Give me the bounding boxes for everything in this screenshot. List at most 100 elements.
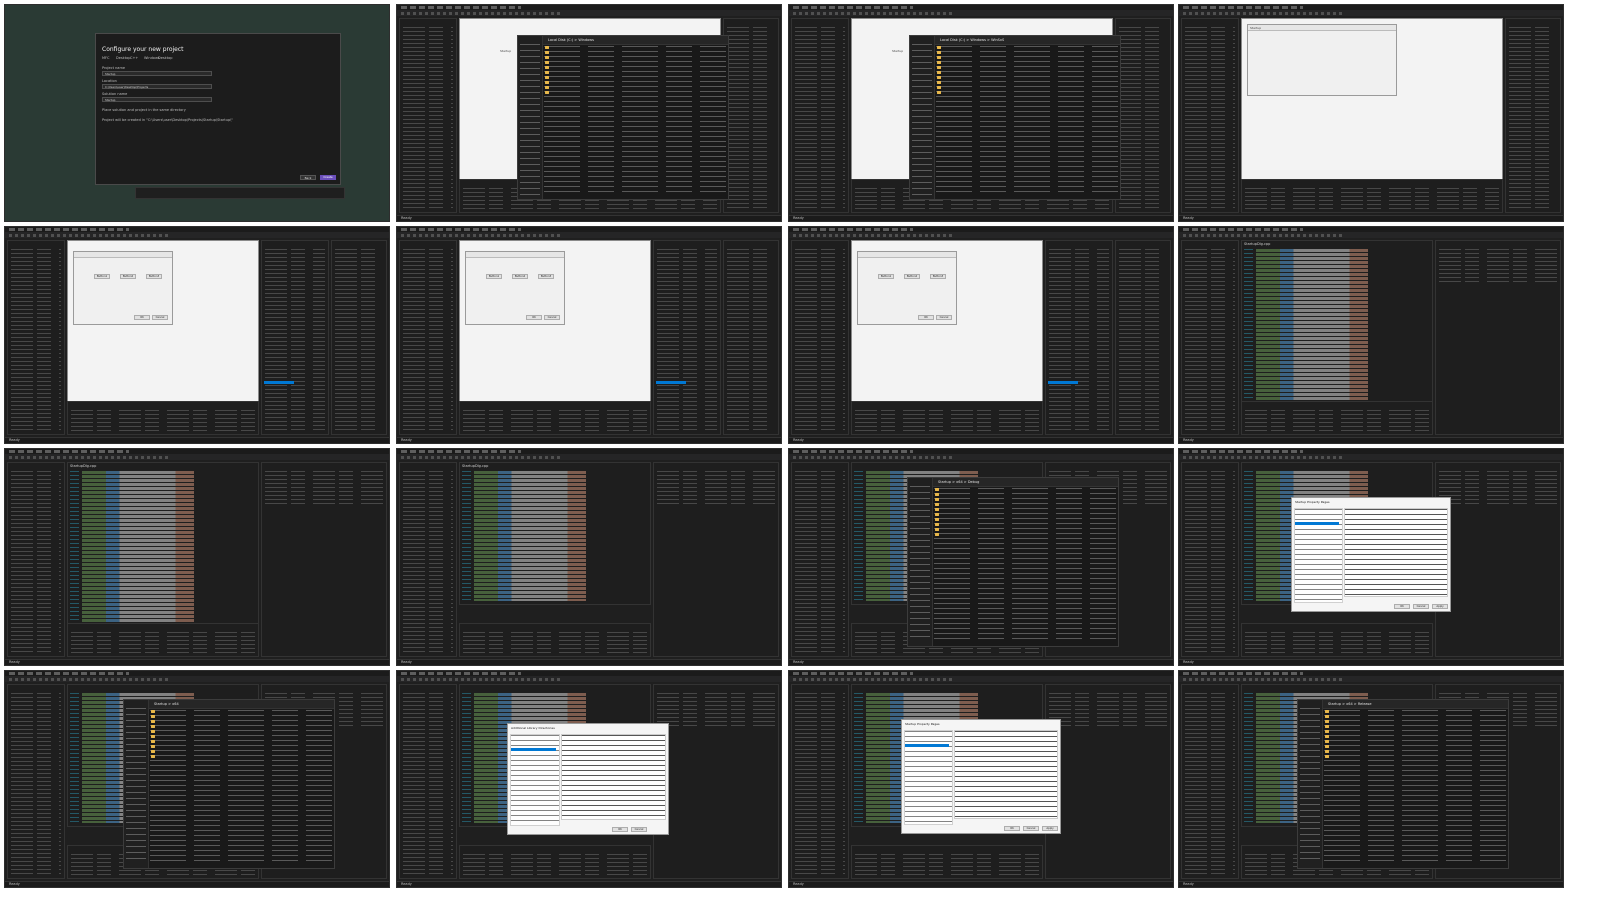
menu-items[interactable]	[1183, 228, 1303, 231]
menu-items[interactable]	[9, 450, 129, 453]
solution-tree[interactable]	[1185, 249, 1235, 431]
property-list[interactable]	[1049, 249, 1109, 431]
property-grid[interactable]	[560, 734, 666, 820]
solution-tree[interactable]	[403, 693, 453, 875]
cancel-button[interactable]: Cancel	[544, 315, 560, 320]
ok-button[interactable]: OK	[1394, 604, 1410, 609]
solution-tree[interactable]	[1185, 693, 1235, 875]
cancel-button[interactable]: Cancel	[152, 315, 168, 320]
ok-button[interactable]: OK	[134, 315, 150, 320]
toolbar-buttons[interactable]	[9, 455, 169, 459]
toolbox-items[interactable]	[727, 27, 775, 209]
apply-button[interactable]: Apply	[1432, 604, 1448, 609]
cancel-button[interactable]: Cancel	[1413, 604, 1429, 609]
toolbar-buttons[interactable]	[401, 233, 561, 237]
editor-tab[interactable]: StartupDlg.cpp	[1244, 242, 1270, 246]
toolbar-buttons[interactable]	[9, 677, 169, 681]
explorer-path[interactable]: Local Disk (C:) > Windows	[548, 38, 594, 42]
menu-items[interactable]	[9, 228, 129, 231]
same-directory-checkbox[interactable]: Place solution and project in the same d…	[102, 108, 186, 112]
solution-tree[interactable]	[403, 249, 453, 431]
toolbox-items[interactable]	[335, 249, 383, 431]
menu-items[interactable]	[793, 672, 913, 675]
menu-items[interactable]	[793, 6, 913, 9]
code-text[interactable]	[82, 471, 252, 623]
apply-button[interactable]: Apply	[1042, 826, 1058, 831]
selected-property[interactable]	[1048, 381, 1078, 384]
field-input[interactable]: Startup	[102, 71, 212, 76]
explorer-nav-items[interactable]	[520, 44, 540, 195]
cancel-button[interactable]: Cancel	[1023, 826, 1039, 831]
toolbar-buttons[interactable]	[793, 677, 953, 681]
solution-tree[interactable]	[403, 27, 453, 209]
ok-button[interactable]: OK	[918, 315, 934, 320]
solution-tree[interactable]	[11, 249, 61, 431]
explorer-address-bar[interactable]: Startup > x64 > Debug	[908, 478, 1118, 487]
explorer-nav-items[interactable]	[910, 486, 930, 642]
toolbox-items[interactable]	[1119, 249, 1167, 431]
explorer-file-list[interactable]	[1324, 710, 1506, 862]
solution-tree[interactable]	[403, 471, 453, 653]
menu-items[interactable]	[1183, 672, 1303, 675]
explorer-address-bar[interactable]: Local Disk (C:) > Windows > WinSxS	[910, 36, 1120, 45]
toolbar-buttons[interactable]	[1183, 455, 1343, 459]
create-button[interactable]: Create	[320, 175, 336, 180]
dialog-button[interactable]: Button2	[120, 274, 136, 279]
menu-items[interactable]	[793, 450, 913, 453]
toolbar-buttons[interactable]	[793, 455, 953, 459]
toolbar-buttons[interactable]	[1183, 11, 1343, 15]
toolbar-buttons[interactable]	[9, 233, 169, 237]
explorer-path[interactable]: Startup > x64	[154, 702, 179, 706]
back-button[interactable]: Back	[300, 175, 316, 180]
cancel-button[interactable]: Cancel	[631, 827, 647, 832]
toolbar-buttons[interactable]	[1183, 233, 1343, 237]
property-list[interactable]	[265, 249, 325, 431]
cancel-button[interactable]: Cancel	[936, 315, 952, 320]
editor-tab[interactable]: StartupDlg.cpp	[70, 464, 96, 468]
property-list[interactable]	[657, 249, 717, 431]
editor-tab[interactable]: StartupDlg.cpp	[462, 464, 488, 468]
explorer-nav-items[interactable]	[1300, 708, 1320, 864]
dialog-canvas[interactable]: Button1 Button2 Button3 OK Cancel	[857, 251, 957, 325]
menu-items[interactable]	[401, 450, 521, 453]
selected-property[interactable]	[905, 744, 950, 747]
explorer-file-list[interactable]	[934, 488, 1116, 640]
explorer-address-bar[interactable]: Startup > x64 > Release	[1298, 700, 1508, 709]
ok-button[interactable]: OK	[1004, 826, 1020, 831]
dialog-button[interactable]: Button3	[146, 274, 162, 279]
selected-property[interactable]	[511, 748, 556, 751]
ok-button[interactable]: OK	[526, 315, 542, 320]
solution-tree[interactable]	[1185, 471, 1235, 653]
selected-property[interactable]	[656, 381, 686, 384]
toolbar-buttons[interactable]	[401, 677, 561, 681]
dialog-button[interactable]: Button3	[930, 274, 946, 279]
property-grid[interactable]	[1344, 508, 1448, 597]
menu-items[interactable]	[1183, 6, 1303, 9]
dialog-canvas[interactable]: Button1 Button2 Button3 OK Cancel	[465, 251, 565, 325]
solution-tree[interactable]	[11, 693, 61, 875]
solution-tree[interactable]	[1185, 27, 1235, 209]
selected-property[interactable]	[1295, 522, 1340, 525]
toolbar-buttons[interactable]	[1183, 677, 1343, 681]
solution-tree[interactable]	[795, 471, 845, 653]
dialog-button[interactable]: Button1	[878, 274, 894, 279]
code-text[interactable]	[474, 471, 644, 601]
dialog-button[interactable]: Button1	[94, 274, 110, 279]
ok-button[interactable]: OK	[612, 827, 628, 832]
explorer-nav-items[interactable]	[126, 708, 146, 864]
explorer-nav-items[interactable]	[912, 44, 932, 195]
field-input[interactable]: Startup	[102, 97, 212, 102]
toolbar-buttons[interactable]	[793, 233, 953, 237]
menu-items[interactable]	[401, 6, 521, 9]
menu-items[interactable]	[9, 672, 129, 675]
toolbox-items[interactable]	[1119, 27, 1167, 209]
explorer-file-list[interactable]	[150, 710, 332, 862]
solution-tree[interactable]	[11, 471, 61, 653]
dialog-canvas[interactable]: Button1 Button2 Button3 OK Cancel	[73, 251, 173, 325]
code-text[interactable]	[1256, 249, 1426, 401]
toolbar-buttons[interactable]	[793, 11, 953, 15]
solution-tree[interactable]	[795, 693, 845, 875]
explorer-address-bar[interactable]: Local Disk (C:) > Windows	[518, 36, 728, 45]
explorer-file-list[interactable]	[544, 46, 726, 193]
selected-property[interactable]	[264, 381, 294, 384]
